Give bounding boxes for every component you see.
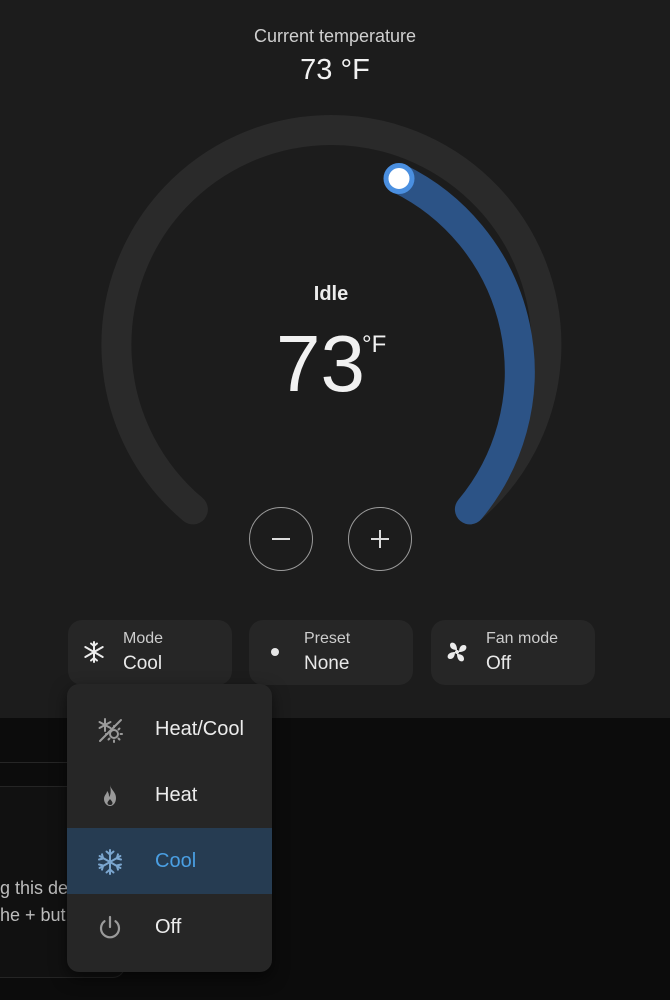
plus-icon	[371, 530, 389, 548]
snowflake-icon	[84, 641, 104, 663]
thermostat-panel: Current temperature 73 °F Idle 73 °F Mod…	[0, 0, 670, 718]
snowflake-icon	[98, 849, 122, 875]
menu-item-heat-cool[interactable]: Heat/Cool	[67, 696, 272, 762]
dot-icon	[271, 648, 279, 656]
background-text-line: he + but	[0, 905, 66, 925]
sun-snowflake-icon	[98, 718, 123, 743]
menu-item-label: Heat/Cool	[155, 718, 244, 740]
fan-icon	[447, 642, 467, 662]
fire-icon	[104, 785, 116, 806]
decrease-temperature-button[interactable]	[249, 507, 313, 571]
mode-chip-value: Cool	[123, 653, 163, 674]
menu-item-label: Heat	[155, 784, 198, 806]
dial-handle	[383, 163, 415, 194]
menu-item-off[interactable]: Off	[67, 894, 272, 960]
fan-mode-chip[interactable]: Fan mode Off	[431, 620, 595, 685]
preset-chip-value: None	[304, 653, 350, 674]
mode-dropdown-menu: Heat/Cool Heat Cool Off	[67, 684, 272, 972]
mode-chip-label: Mode	[123, 630, 164, 647]
preset-chip-label: Preset	[304, 630, 351, 647]
target-temperature: 73	[276, 319, 365, 408]
mode-chip[interactable]: Mode Cool	[68, 620, 232, 685]
fan-mode-chip-value: Off	[486, 653, 511, 674]
preset-chip[interactable]: Preset None	[249, 620, 413, 685]
menu-item-label: Off	[155, 916, 182, 938]
increase-temperature-button[interactable]	[348, 507, 412, 571]
minus-icon	[272, 538, 290, 540]
fan-mode-chip-label: Fan mode	[486, 630, 559, 647]
power-icon	[99, 915, 121, 939]
menu-item-label: Cool	[155, 850, 197, 872]
menu-item-cool[interactable]: Cool	[67, 828, 272, 894]
hvac-action: Idle	[313, 283, 349, 305]
menu-item-heat[interactable]: Heat	[67, 762, 272, 828]
temperature-unit: °F	[362, 331, 387, 358]
background-text-line: g this de	[0, 878, 69, 898]
